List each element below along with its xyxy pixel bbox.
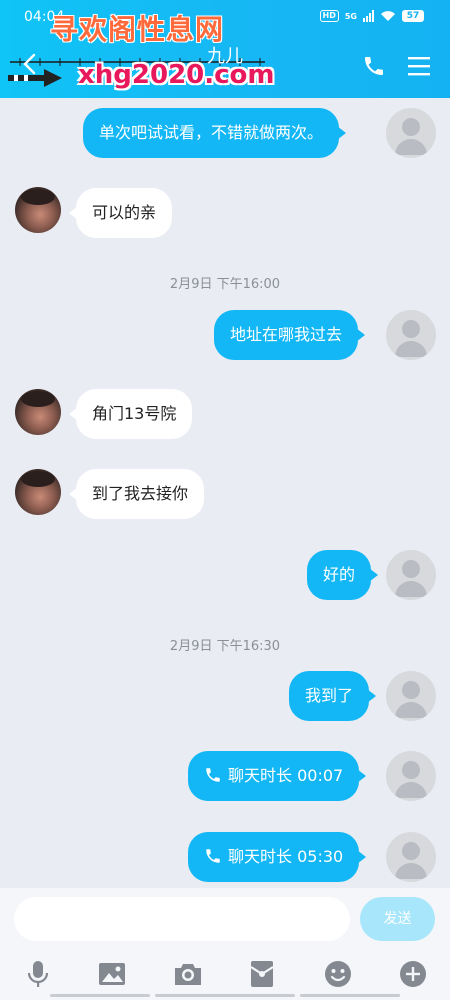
message-bubble-incoming[interactable]: 角门13号院 xyxy=(68,389,193,439)
plus-icon[interactable] xyxy=(397,958,429,990)
call-duration-bubble[interactable]: 聊天时长 00:07 xyxy=(188,751,367,801)
message-bubble-incoming[interactable]: 到了我去接你 xyxy=(68,469,205,519)
message-bubble-outgoing[interactable]: 我到了 xyxy=(289,671,377,721)
timestamp: 2月9日 下午16:30 xyxy=(169,639,281,654)
message-bubble-outgoing[interactable]: 好的 xyxy=(307,550,379,600)
watermark-arrow-icon xyxy=(8,69,62,87)
watermark-url: xhg2020.com xyxy=(78,60,275,90)
contact-avatar[interactable] xyxy=(15,469,61,515)
message-input[interactable] xyxy=(14,897,350,941)
home-indicator xyxy=(155,994,295,997)
my-avatar[interactable] xyxy=(386,550,436,600)
battery-icon: 57 xyxy=(402,10,424,22)
watermark-site-name: 寻欢阁性息网 xyxy=(50,13,225,46)
network-label: 5G xyxy=(344,11,357,21)
input-toolbar xyxy=(0,952,450,1000)
image-icon[interactable] xyxy=(96,958,128,990)
call-duration-text: 聊天时长 05:30 xyxy=(228,847,344,866)
my-avatar[interactable] xyxy=(386,310,436,360)
my-avatar[interactable] xyxy=(386,108,436,158)
my-avatar[interactable] xyxy=(386,671,436,721)
status-icons: HD 5G 57 xyxy=(319,10,424,22)
wifi-icon xyxy=(381,11,395,21)
home-indicator xyxy=(50,994,150,997)
camera-icon[interactable] xyxy=(172,958,204,990)
message-bubble-outgoing[interactable]: 单次吧试试看，不错就做两次。 xyxy=(83,108,347,158)
my-avatar[interactable] xyxy=(386,832,436,882)
hd-icon: HD xyxy=(319,10,339,22)
timestamp: 2月9日 下午16:00 xyxy=(169,277,281,292)
phone-call-icon xyxy=(206,849,220,863)
call-duration-bubble[interactable]: 聊天时长 05:30 xyxy=(188,832,367,882)
contact-avatar[interactable] xyxy=(15,187,61,233)
signal-icon xyxy=(363,10,374,22)
message-bubble-incoming[interactable]: 可以的亲 xyxy=(68,188,173,238)
menu-icon[interactable] xyxy=(408,56,430,76)
phone-icon[interactable] xyxy=(362,54,386,78)
home-indicator xyxy=(300,994,400,997)
red-packet-icon[interactable] xyxy=(246,958,278,990)
emoji-icon[interactable] xyxy=(322,958,354,990)
my-avatar[interactable] xyxy=(386,751,436,801)
chat-header: 04:04 HD 5G 57 九儿 iFi 寻欢阁性息网 xhg2020.com xyxy=(0,0,450,98)
call-duration-text: 聊天时长 00:07 xyxy=(228,766,344,785)
mic-icon[interactable] xyxy=(22,958,54,990)
phone-call-icon xyxy=(206,768,220,782)
message-bubble-outgoing[interactable]: 地址在哪我过去 xyxy=(214,310,366,360)
send-button[interactable]: 发送 xyxy=(360,897,435,941)
contact-avatar[interactable] xyxy=(15,389,61,435)
